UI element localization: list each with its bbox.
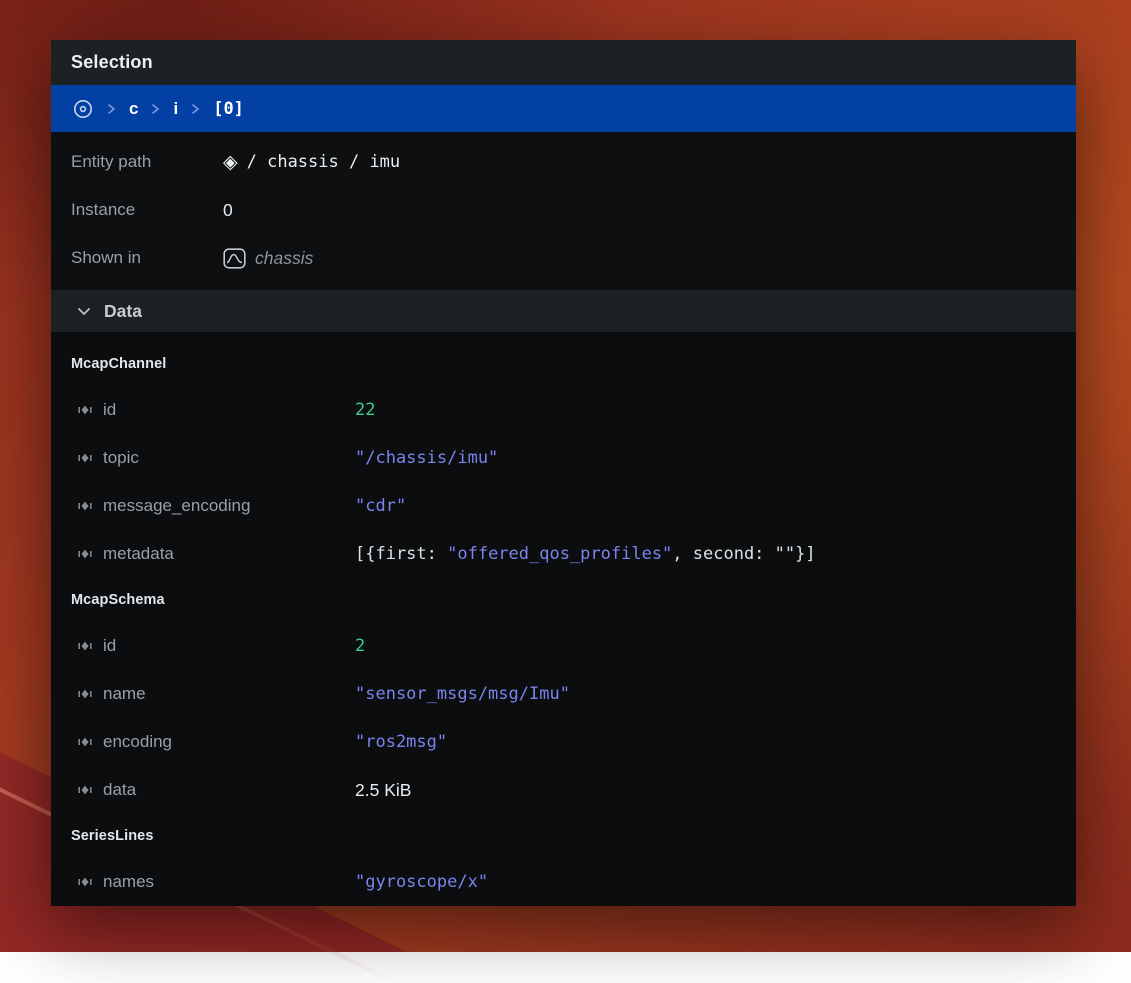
- breadcrumb-item-2[interactable]: [0]: [213, 99, 244, 119]
- value-part-size: 2.5 KiB: [355, 780, 411, 800]
- component-icon: [77, 403, 93, 417]
- info-row-label: Entity path: [71, 152, 151, 172]
- data-row-id: id 2: [51, 622, 1076, 670]
- data-row-label[interactable]: metadata: [103, 544, 174, 564]
- selection-panel: Selection c i [0] Entity path ◈ / chassis / …: [51, 40, 1076, 897]
- group-name-label: McapChannel: [71, 356, 166, 372]
- data-row-value: "sensor_msgs/msg/Imu": [355, 684, 570, 704]
- info-row-instance: Instance 0: [51, 186, 1076, 234]
- info-row-value: 0: [223, 200, 233, 221]
- data-row-label-wrap: metadata: [77, 544, 174, 564]
- chevron-down-icon: [77, 307, 91, 316]
- data-row-value: "cdr": [355, 496, 406, 516]
- component-icon: [77, 875, 93, 889]
- value-part-string: "sensor_msgs/msg/Imu": [355, 684, 570, 704]
- data-row-topic: topic "/chassis/imu": [51, 434, 1076, 482]
- data-row-label-wrap: id: [77, 636, 116, 656]
- value-part-plain: , second: ""}]: [672, 544, 815, 564]
- data-row-label-wrap: message_encoding: [77, 496, 250, 516]
- data-row-value: 2: [355, 636, 365, 656]
- component-icon: [77, 499, 93, 513]
- breadcrumb-separator-icon: [191, 103, 200, 115]
- data-row-label[interactable]: name: [103, 684, 146, 704]
- data-row-id: id 22: [51, 386, 1076, 434]
- info-row-label: Instance: [71, 200, 135, 220]
- data-row-label[interactable]: message_encoding: [103, 496, 250, 516]
- data-row-value: 2.5 KiB: [355, 780, 411, 801]
- value-part-string: "ros2msg": [355, 732, 447, 752]
- data-section-title: Data: [104, 301, 142, 322]
- info-row-value-text: / chassis / imu: [247, 152, 401, 172]
- data-row-label-wrap: names: [77, 872, 154, 892]
- data-row-label-wrap: topic: [77, 448, 139, 468]
- data-row-value: "gyroscope/x": [355, 872, 488, 892]
- value-part-string: "gyroscope/x": [355, 872, 488, 892]
- data-row-label-wrap: data: [77, 780, 136, 800]
- component-icon: [77, 687, 93, 701]
- data-row-label[interactable]: id: [103, 636, 116, 656]
- data-row-value: "/chassis/imu": [355, 448, 498, 468]
- info-row-value[interactable]: ◈ / chassis / imu: [223, 152, 400, 172]
- group-header-mcapschema: McapSchema: [51, 578, 1076, 622]
- data-row-data: data 2.5 KiB: [51, 766, 1076, 814]
- component-icon: [77, 639, 93, 653]
- info-row-value-text: chassis: [255, 248, 313, 269]
- value-part-string: "cdr": [355, 496, 406, 516]
- value-part-string: "offered_qos_profiles": [447, 544, 672, 564]
- data-row-label-wrap: id: [77, 400, 116, 420]
- component-icon: [77, 735, 93, 749]
- entity-icon: ◈: [223, 153, 238, 172]
- value-part-number: 2: [355, 636, 365, 656]
- data-row-names: names "gyroscope/x": [51, 858, 1076, 906]
- info-row-entity-path: Entity path ◈ / chassis / imu: [51, 138, 1076, 186]
- data-section-header[interactable]: Data: [51, 290, 1076, 332]
- recording-icon[interactable]: [72, 98, 94, 120]
- breadcrumb: c i [0]: [51, 85, 1076, 132]
- breadcrumb-item-0[interactable]: c: [129, 99, 138, 119]
- breadcrumb-separator-icon: [107, 103, 116, 115]
- data-row-label-wrap: encoding: [77, 732, 172, 752]
- data-row-value: [{first: "offered_qos_profiles", second:…: [355, 544, 816, 564]
- selection-info-section: Entity path ◈ / chassis / imu Instance 0 Show…: [51, 132, 1076, 290]
- data-section-body: McapChannel id 22 topic "/chassis/imu" messag…: [51, 332, 1076, 906]
- data-row-message_encoding: message_encoding "cdr": [51, 482, 1076, 530]
- info-row-value[interactable]: chassis: [223, 248, 313, 269]
- info-row-label: Shown in: [71, 248, 141, 268]
- component-icon: [77, 547, 93, 561]
- data-row-label-wrap: name: [77, 684, 146, 704]
- data-row-value: 22: [355, 400, 375, 420]
- group-header-mcapchannel: McapChannel: [51, 342, 1076, 386]
- group-name-label: SeriesLines: [71, 828, 154, 844]
- component-icon: [77, 451, 93, 465]
- value-part-plain: [{first:: [355, 544, 447, 564]
- data-row-label[interactable]: names: [103, 872, 154, 892]
- breadcrumb-separator-icon: [151, 103, 160, 115]
- info-row-value-text: 0: [223, 200, 233, 221]
- value-part-number: 22: [355, 400, 375, 420]
- panel-title: Selection: [71, 52, 153, 73]
- group-name-label: McapSchema: [71, 592, 165, 608]
- component-icon: [77, 783, 93, 797]
- breadcrumb-item-1[interactable]: i: [173, 99, 178, 119]
- data-row-name: name "sensor_msgs/msg/Imu": [51, 670, 1076, 718]
- data-row-metadata: metadata [{first: "offered_qos_profiles",…: [51, 530, 1076, 578]
- group-header-serieslines: SeriesLines: [51, 814, 1076, 858]
- value-part-string: "/chassis/imu": [355, 448, 498, 468]
- data-row-value: "ros2msg": [355, 732, 447, 752]
- data-row-label[interactable]: data: [103, 780, 136, 800]
- data-row-label[interactable]: topic: [103, 448, 139, 468]
- data-row-encoding: encoding "ros2msg": [51, 718, 1076, 766]
- selection-panel-header: Selection: [51, 40, 1076, 85]
- timeseries-view-icon: [223, 248, 246, 269]
- data-row-label[interactable]: encoding: [103, 732, 172, 752]
- data-row-label[interactable]: id: [103, 400, 116, 420]
- info-row-shown-in: Shown in chassis: [51, 234, 1076, 282]
